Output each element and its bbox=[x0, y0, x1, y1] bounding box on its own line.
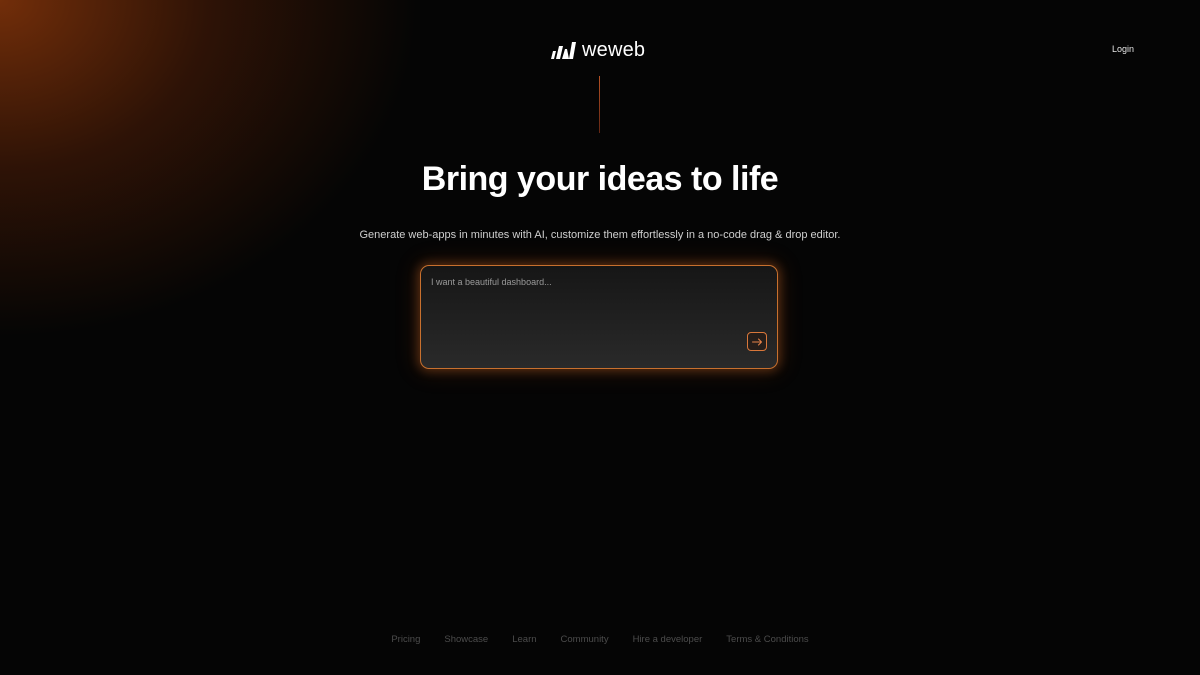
header: weweb Login bbox=[0, 0, 1200, 100]
prompt-box bbox=[420, 265, 778, 369]
accent-divider bbox=[599, 76, 600, 133]
arrow-right-icon bbox=[751, 338, 762, 345]
footer-link-showcase[interactable]: Showcase bbox=[444, 634, 488, 645]
footer-link-hire-developer[interactable]: Hire a developer bbox=[633, 634, 703, 645]
footer-link-pricing[interactable]: Pricing bbox=[391, 634, 420, 645]
footer-link-terms[interactable]: Terms & Conditions bbox=[726, 634, 808, 645]
weweb-logo-icon bbox=[551, 42, 576, 59]
landing-page: weweb Login Bring your ideas to life Gen… bbox=[0, 0, 1200, 675]
hero-title: Bring your ideas to life bbox=[421, 160, 779, 198]
footer-link-learn[interactable]: Learn bbox=[512, 634, 536, 645]
logo[interactable]: weweb bbox=[550, 40, 645, 60]
prompt-input[interactable] bbox=[421, 266, 777, 368]
footer-link-community[interactable]: Community bbox=[561, 634, 609, 645]
hero-subtitle: Generate web-apps in minutes with AI, cu… bbox=[359, 229, 841, 241]
login-link[interactable]: Login bbox=[1112, 44, 1134, 54]
send-button[interactable] bbox=[747, 332, 767, 351]
footer-nav: Pricing Showcase Learn Community Hire a … bbox=[0, 634, 1200, 645]
logo-text: weweb bbox=[582, 39, 646, 61]
